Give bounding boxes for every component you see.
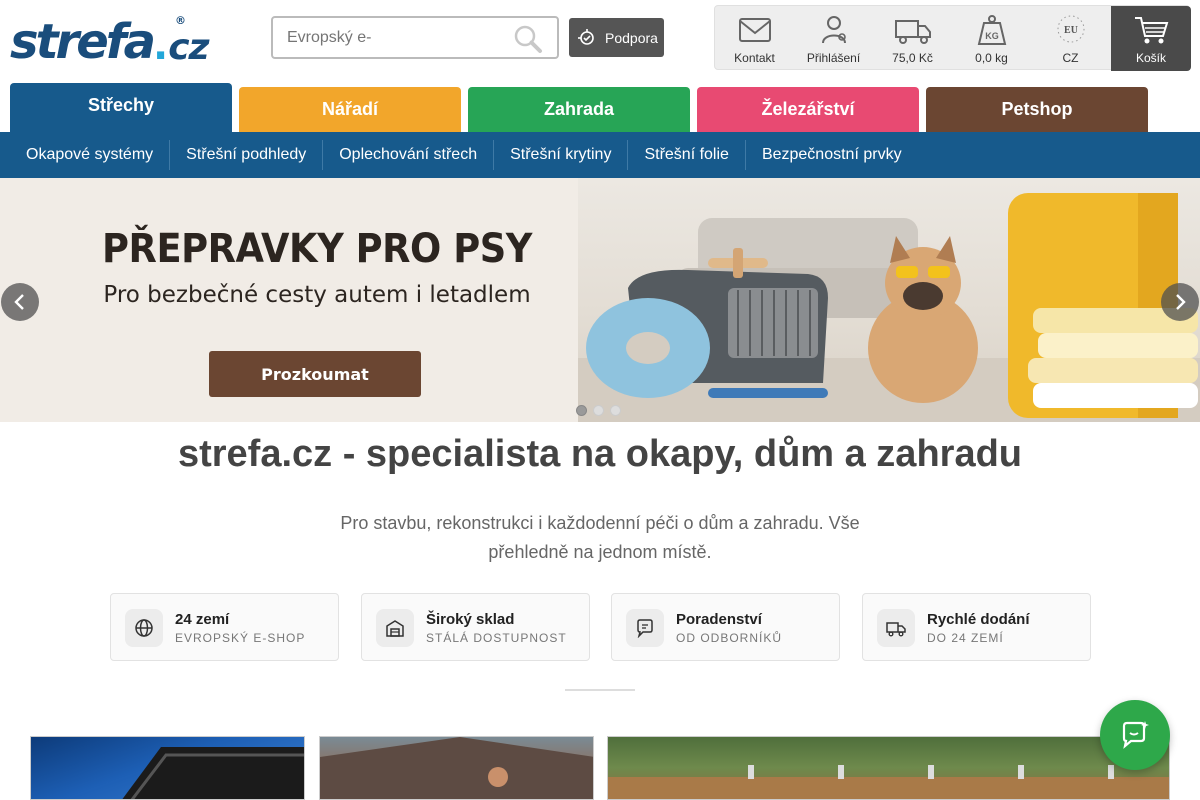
feature-subtitle: OD ODBORNÍKŮ [676, 631, 783, 645]
category-tile-roofs[interactable] [30, 736, 305, 800]
weight-label: 0,0 kg [975, 51, 1008, 65]
weight-info[interactable]: KG 0,0 kg [952, 6, 1031, 71]
logo-registered-mark: ® [175, 14, 186, 27]
subnav-bezpecnostni-prvky[interactable]: Bezpečnostní prvky [746, 140, 918, 170]
tab-label: Železářství [761, 99, 855, 119]
truck-icon [877, 609, 915, 647]
tile-illustration [320, 737, 593, 799]
feature-title: Rychlé dodání [927, 611, 1030, 628]
tile-illustration [608, 765, 1169, 799]
tab-label: Nářadí [321, 99, 379, 119]
logo-main: strefa [10, 14, 156, 70]
shipping-info[interactable]: 75,0 Kč [873, 6, 952, 71]
logo-dot: . [153, 23, 169, 69]
feature-subtitle: STÁLÁ DOSTUPNOST [426, 631, 567, 645]
eu-badge-text: EU [1064, 25, 1078, 36]
chevron-right-icon [1176, 294, 1186, 310]
page-title: strefa.cz - specialista na okapy, dům a … [177, 433, 1023, 475]
tab-petshop[interactable]: Petshop [926, 87, 1148, 132]
category-tile-terrace[interactable] [607, 736, 1170, 800]
support-button[interactable]: Podpora [569, 18, 664, 57]
chevron-left-icon [14, 294, 24, 310]
cart-label: Košík [1135, 51, 1166, 65]
svg-text:KG: KG [985, 31, 999, 41]
slider-dots [576, 405, 621, 416]
user-icon [821, 16, 846, 44]
country-selector[interactable]: EU CZ [1031, 6, 1110, 71]
feature-subtitle: EVROPSKÝ E-SHOP [175, 631, 306, 645]
feature-card: Poradenství OD ODBORNÍKŮ [611, 593, 840, 661]
slider-dot[interactable] [610, 405, 621, 416]
tab-label: Zahrada [543, 99, 615, 119]
tab-label: Střechy [87, 95, 155, 115]
envelope-icon [738, 18, 771, 42]
hero-banner[interactable]: PŘEPRAVKY PRO PSY Pro bezbečné cesty aut… [0, 178, 1200, 422]
slider-dot[interactable] [593, 405, 604, 416]
banner-subtitle: Pro bezbečné cesty autem i letadlem [103, 282, 531, 308]
feature-subtitle: DO 24 ZEMÍ [927, 631, 1004, 645]
subnav-stresni-krytiny[interactable]: Střešní krytiny [494, 140, 629, 170]
feature-title: Poradenství [676, 611, 762, 628]
banner-cta-button[interactable]: Prozkoumat [209, 351, 421, 397]
subnav-stresni-podhledy[interactable]: Střešní podhledy [170, 140, 324, 170]
subcategory-nav: Okapové systémy Střešní podhledy Oplecho… [0, 132, 1200, 178]
subnav-stresni-folie[interactable]: Střešní folie [628, 140, 746, 170]
logo-tld: cz [168, 27, 209, 68]
feature-title: 24 zemí [175, 611, 230, 628]
chat-icon [626, 609, 664, 647]
contact-button[interactable]: Kontakt [715, 6, 794, 71]
category-tabs: Střechy Nářadí Zahrada Železářství Petsh… [0, 83, 1200, 132]
feature-card: Rychlé dodání DO 24 ZEMÍ [862, 593, 1091, 661]
subnav-okapove-systemy[interactable]: Okapové systémy [10, 140, 171, 170]
search-box [271, 16, 559, 59]
tab-naradi[interactable]: Nářadí [239, 87, 461, 132]
slider-next-button[interactable] [1161, 283, 1199, 321]
truck-icon [894, 20, 931, 44]
header-toolbar: Kontakt Přihlášení 75,0 Kč KG 0,0 kg EU … [714, 5, 1191, 71]
site-header: strefa . cz ® Podpora Kontakt [0, 0, 1200, 83]
eu-flag-icon: EU [1057, 15, 1084, 43]
tile-illustration [122, 747, 304, 799]
chat-bubble-icon [1122, 721, 1149, 749]
shipping-label: 75,0 Kč [892, 51, 933, 65]
banner-photo [578, 178, 1200, 422]
banner-title: PŘEPRAVKY PRO PSY [102, 226, 532, 272]
support-icon [578, 28, 594, 45]
feature-card: Široký sklad STÁLÁ DOSTUPNOST [361, 593, 590, 661]
banner-illustration [578, 193, 1200, 422]
section-divider [565, 689, 635, 691]
chat-widget-button[interactable] [1100, 700, 1170, 770]
support-label: Podpora [605, 29, 658, 46]
search-input[interactable] [287, 27, 507, 49]
feature-card: 24 zemí EVROPSKÝ E-SHOP [110, 593, 339, 661]
search-icon[interactable] [513, 24, 543, 54]
login-button[interactable]: Přihlášení [794, 6, 873, 71]
login-label: Přihlášení [806, 51, 861, 65]
tab-strechy[interactable]: Střechy [10, 83, 232, 132]
tab-zahrada[interactable]: Zahrada [468, 87, 690, 132]
intro-text: Pro stavbu, rekonstrukci i každodenní pé… [340, 513, 860, 562]
site-logo[interactable]: strefa . cz ® [10, 10, 210, 70]
contact-label: Kontakt [734, 51, 775, 65]
cart-icon [1135, 17, 1169, 44]
warehouse-icon [376, 609, 414, 647]
slider-dot[interactable] [576, 405, 587, 416]
cart-button[interactable]: Košík [1111, 6, 1191, 71]
slider-prev-button[interactable] [1, 283, 39, 321]
tab-zelezarstvi[interactable]: Železářství [697, 87, 919, 132]
feature-title: Široký sklad [426, 611, 515, 628]
country-label: CZ [1062, 51, 1079, 65]
subnav-oplechovani-strech[interactable]: Oplechování střech [323, 140, 495, 170]
globe-icon [125, 609, 163, 647]
weight-icon: KG [977, 15, 1006, 45]
category-tile-garden[interactable] [319, 736, 594, 800]
tab-label: Petshop [1001, 99, 1073, 119]
